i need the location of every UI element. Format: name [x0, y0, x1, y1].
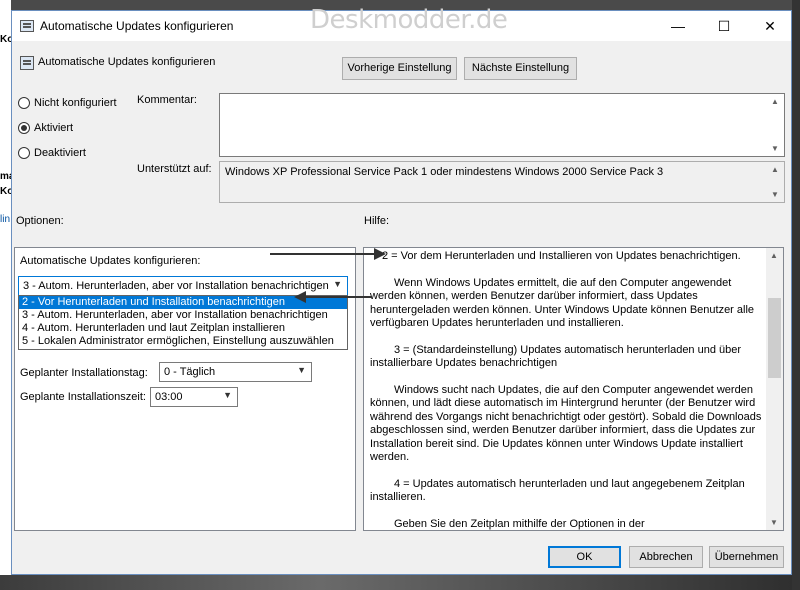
scroll-up-icon[interactable]: ▲ [771, 165, 779, 174]
help-paragraph: Wenn Windows Updates ermittelt, die auf … [370, 276, 755, 330]
watermark: Deskmodder.de [310, 5, 508, 35]
install-time-label: Geplante Installationszeit: [20, 391, 146, 403]
scroll-thumb[interactable] [768, 298, 781, 378]
supported-label: Unterstützt auf: [137, 163, 212, 175]
comment-label: Kommentar: [137, 94, 197, 106]
help-scrollbar[interactable]: ▲ ▼ [766, 248, 783, 530]
scrollbar[interactable]: ▲ ▼ [767, 162, 784, 202]
help-paragraph: 4 = Updates automatisch herunterladen un… [370, 477, 745, 504]
scroll-up-icon[interactable]: ▲ [771, 97, 779, 106]
chevron-down-icon: ▼ [333, 279, 342, 289]
configure-dropdown-list[interactable]: 2 - Vor Herunterladen und Installation b… [18, 295, 348, 350]
help-panel: 2 = Vor dem Herunterladen und Installier… [363, 247, 784, 531]
install-day-label: Geplanter Installationstag: [20, 367, 148, 379]
install-time-select[interactable]: 03:00 ▼ [150, 387, 238, 407]
scroll-up-icon[interactable]: ▲ [770, 251, 778, 260]
ok-button[interactable]: OK [548, 546, 621, 568]
supported-value: Windows XP Professional Service Pack 1 o… [225, 166, 664, 178]
help-paragraph: 2 = Vor dem Herunterladen und Installier… [382, 250, 741, 262]
policy-icon [20, 56, 34, 70]
select-value: 3 - Autom. Herunterladen, aber vor Insta… [23, 280, 329, 292]
close-button[interactable]: ✕ [747, 11, 793, 41]
background-window-edge [0, 0, 11, 590]
background-link: lin [0, 214, 11, 225]
help-label: Hilfe: [364, 215, 390, 227]
options-label: Optionen: [16, 215, 64, 227]
previous-setting-button[interactable]: Vorherige Einstellung [342, 57, 457, 80]
radio-circle[interactable] [18, 97, 30, 109]
supported-on-field: Windows XP Professional Service Pack 1 o… [219, 161, 785, 203]
radio-circle[interactable] [18, 147, 30, 159]
radio-label: Nicht konfiguriert [34, 97, 117, 109]
setting-title: Automatische Updates konfigurieren [38, 56, 216, 68]
help-paragraph: 3 = (Standardeinstellung) Updates automa… [370, 343, 742, 370]
configure-select[interactable]: 3 - Autom. Herunterladen, aber vor Insta… [18, 276, 348, 296]
cancel-button[interactable]: Abbrechen [629, 546, 703, 568]
desktop-background [0, 575, 800, 590]
scroll-down-icon[interactable]: ▼ [771, 190, 779, 199]
desktop-background-right [792, 0, 800, 590]
dropdown-option[interactable]: 2 - Vor Herunterladen und Installation b… [19, 296, 347, 309]
dropdown-option[interactable]: 5 - Lokalen Administrator ermöglichen, E… [19, 335, 347, 348]
minimize-button[interactable]: — [655, 11, 701, 41]
title-bar: Automatische Updates konfigurieren Deskm… [12, 5, 793, 41]
help-text: 2 = Vor dem Herunterladen und Installier… [370, 250, 770, 530]
chevron-down-icon: ▼ [223, 390, 232, 400]
help-paragraph: Windows sucht nach Updates, die auf den … [370, 383, 762, 464]
comment-input[interactable]: ▲ ▼ [219, 93, 785, 157]
options-panel: Automatische Updates konfigurieren: 3 - … [14, 247, 356, 531]
next-setting-button[interactable]: Nächste Einstellung [464, 57, 577, 80]
radio-label: Deaktiviert [34, 147, 86, 159]
select-value: 03:00 [155, 391, 183, 403]
window-title: Automatische Updates konfigurieren [40, 19, 234, 33]
dropdown-option[interactable]: 3 - Autom. Herunterladen, aber vor Insta… [19, 309, 347, 322]
radio-label: Aktiviert [34, 122, 74, 134]
apply-button[interactable]: Übernehmen [709, 546, 784, 568]
scroll-down-icon[interactable]: ▼ [770, 518, 778, 527]
scroll-down-icon[interactable]: ▼ [771, 144, 779, 153]
configure-label: Automatische Updates konfigurieren: [20, 255, 201, 267]
radio-circle-checked[interactable] [18, 122, 30, 134]
dropdown-option[interactable]: 4 - Autom. Herunterladen und laut Zeitpl… [19, 322, 347, 335]
scrollbar[interactable]: ▲ ▼ [767, 94, 784, 156]
maximize-button[interactable]: ☐ [701, 11, 747, 41]
chevron-down-icon: ▼ [297, 365, 306, 375]
policy-dialog: Automatische Updates konfigurieren Deskm… [11, 5, 793, 575]
policy-icon [20, 20, 34, 32]
help-paragraph: Geben Sie den Zeitplan mithilfe der Opti… [394, 517, 645, 530]
install-day-select[interactable]: 0 - Täglich ▼ [159, 362, 312, 382]
select-value: 0 - Täglich [164, 366, 216, 378]
